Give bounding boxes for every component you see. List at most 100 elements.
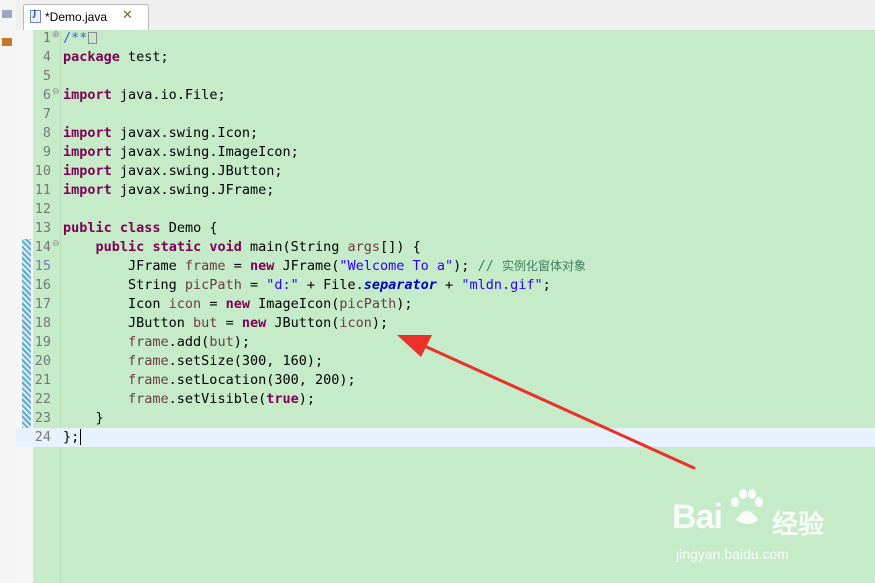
code-token: static bbox=[152, 239, 202, 255]
code-token: new bbox=[249, 258, 275, 274]
code-line[interactable]: 16 String picPath = "d:" + File.separato… bbox=[16, 276, 875, 295]
code-text: frame.setLocation(300, 200); bbox=[63, 371, 356, 390]
code-line[interactable]: 23 } bbox=[16, 409, 875, 428]
code-text: import java.io.File; bbox=[63, 86, 226, 105]
code-token: 实例化窗体对象 bbox=[501, 259, 586, 273]
code-token: ); bbox=[396, 296, 413, 312]
fold-collapse-icon[interactable]: ⊖ bbox=[52, 88, 60, 97]
line-number: 6 bbox=[42, 87, 51, 103]
code-line[interactable]: 13 public class Demo { bbox=[16, 219, 875, 238]
code-text: String picPath = "d:" + File.separator +… bbox=[63, 276, 551, 295]
code-token: import bbox=[63, 163, 112, 179]
code-token: = bbox=[225, 258, 250, 274]
tab-demo-java[interactable]: *Demo.java ✕ bbox=[23, 4, 149, 30]
code-token: frame bbox=[128, 334, 169, 350]
code-token: class bbox=[119, 220, 161, 236]
code-text: frame.setVisible(true); bbox=[63, 390, 315, 409]
line-number: 12 bbox=[34, 201, 51, 217]
code-token: new bbox=[225, 296, 250, 312]
code-token: icon bbox=[339, 315, 372, 331]
line-number: 20 bbox=[34, 353, 51, 369]
code-line[interactable]: 24}; bbox=[16, 428, 875, 447]
code-token: ); bbox=[371, 315, 389, 331]
code-line[interactable]: 10 import javax.swing.JButton; bbox=[16, 162, 875, 181]
code-token: javax.swing.Icon; bbox=[111, 125, 259, 141]
code-text: import javax.swing.ImageIcon; bbox=[63, 143, 299, 162]
code-line[interactable]: 9 import javax.swing.ImageIcon; bbox=[16, 143, 875, 162]
code-token: /** bbox=[63, 30, 88, 46]
code-token: new bbox=[241, 315, 267, 331]
code-token: test; bbox=[119, 49, 169, 65]
code-line[interactable]: 21 frame.setLocation(300, 200); bbox=[16, 371, 875, 390]
line-number: 7 bbox=[42, 106, 51, 122]
code-token: picPath bbox=[339, 296, 397, 312]
code-token: frame bbox=[184, 258, 226, 274]
code-token: String bbox=[63, 277, 185, 293]
code-token: Icon bbox=[63, 296, 169, 312]
code-token: but bbox=[193, 315, 218, 331]
editor-tab-bar: *Demo.java ✕ bbox=[16, 0, 875, 31]
code-token: frame bbox=[128, 372, 169, 388]
code-text: frame.add(but); bbox=[63, 333, 250, 352]
code-token: .setLocation(300, 200); bbox=[168, 372, 356, 388]
line-number: 4 bbox=[42, 49, 51, 65]
code-line[interactable]: 17 Icon icon = new ImageIcon(picPath); bbox=[16, 295, 875, 314]
code-line[interactable]: 1 ⊕/** bbox=[16, 29, 875, 48]
code-line[interactable]: 20 frame.setSize(300, 160); bbox=[16, 352, 875, 371]
line-number: 1 bbox=[42, 30, 51, 46]
package-icon[interactable] bbox=[2, 38, 12, 46]
view-icon[interactable] bbox=[2, 10, 12, 18]
code-line[interactable]: 11 import javax.swing.JFrame; bbox=[16, 181, 875, 200]
code-line[interactable]: 8 import javax.swing.Icon; bbox=[16, 124, 875, 143]
code-token: true bbox=[266, 391, 299, 407]
code-text: import javax.swing.JButton; bbox=[63, 162, 282, 181]
line-number: 11 bbox=[34, 182, 51, 198]
code-line[interactable]: 5 bbox=[16, 67, 875, 86]
code-token: .setVisible( bbox=[168, 391, 267, 407]
code-token: JFrame bbox=[63, 258, 185, 274]
code-line[interactable]: 18 JButton but = new JButton(icon); bbox=[16, 314, 875, 333]
code-token: but bbox=[209, 334, 234, 350]
code-line[interactable]: 12 bbox=[16, 200, 875, 219]
close-icon[interactable]: ✕ bbox=[122, 8, 133, 23]
java-file-icon bbox=[30, 9, 41, 23]
code-text: }; bbox=[63, 428, 82, 447]
code-text: Icon icon = new ImageIcon(picPath); bbox=[63, 295, 413, 314]
code-token: import bbox=[63, 87, 112, 103]
code-line[interactable]: 6 ⊖ import java.io.File; bbox=[16, 86, 875, 105]
code-token: + bbox=[436, 277, 462, 293]
code-text: JButton but = new JButton(icon); bbox=[63, 314, 388, 333]
code-line[interactable]: 22 frame.setVisible(true); bbox=[16, 390, 875, 409]
code-token: args bbox=[347, 239, 381, 255]
code-token: separator bbox=[363, 277, 437, 293]
code-token: ); bbox=[453, 258, 478, 274]
line-number: 24 bbox=[34, 429, 51, 445]
code-line[interactable]: 4 package test; bbox=[16, 48, 875, 67]
code-line[interactable]: 19 frame.add(but); bbox=[16, 333, 875, 352]
code-editor[interactable]: 1 ⊕/** 4 package test; 5 6 ⊖ import java.io.Fil… bbox=[16, 30, 875, 583]
code-token: public bbox=[63, 220, 112, 236]
code-text: /** bbox=[63, 29, 98, 48]
code-token: "mldn.gif" bbox=[461, 277, 543, 293]
code-text: public class Demo { bbox=[63, 219, 217, 238]
fold-expand-icon[interactable]: ⊕ bbox=[52, 31, 60, 40]
code-token: ); bbox=[233, 334, 250, 350]
code-token: picPath bbox=[184, 277, 242, 293]
code-token: frame bbox=[128, 391, 169, 407]
code-token: Demo { bbox=[160, 220, 218, 236]
code-line[interactable]: 15 JFrame frame = new JFrame("Welcome To… bbox=[16, 257, 875, 276]
code-token: void bbox=[209, 239, 242, 255]
code-line[interactable]: 14 ⊖ public static void main(String args[… bbox=[16, 238, 875, 257]
code-text: public static void main(String args[]) { bbox=[63, 238, 421, 257]
line-number: 22 bbox=[34, 391, 51, 407]
line-number: 18 bbox=[34, 315, 51, 331]
code-area[interactable]: 1 ⊕/** 4 package test; 5 6 ⊖ import java.io.Fil… bbox=[16, 30, 875, 583]
code-line[interactable]: 7 bbox=[16, 105, 875, 124]
fold-collapse-icon[interactable]: ⊖ bbox=[52, 240, 60, 249]
line-number: 9 bbox=[42, 144, 51, 160]
collapsed-block-icon[interactable] bbox=[88, 32, 98, 44]
